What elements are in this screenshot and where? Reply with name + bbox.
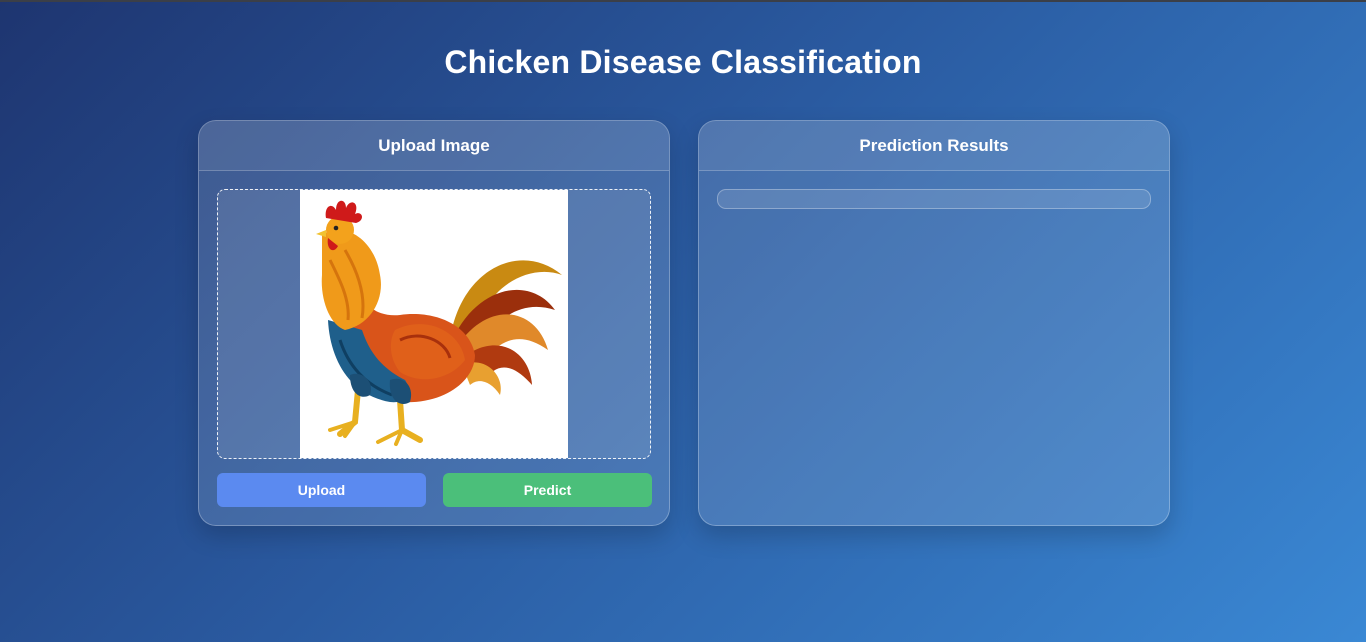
upload-panel-header: Upload Image: [199, 121, 669, 171]
page-title: Chicken Disease Classification: [444, 44, 922, 80]
results-panel-header: Prediction Results: [699, 121, 1169, 171]
image-dropzone[interactable]: [217, 189, 651, 459]
window-top-border: [0, 0, 1366, 2]
results-panel: Prediction Results: [698, 120, 1170, 526]
prediction-result-field: [717, 189, 1151, 209]
image-preview: [300, 190, 568, 458]
upload-panel: Upload Image Upload Predict: [198, 120, 670, 526]
upload-button[interactable]: Upload: [217, 473, 426, 507]
rooster-image: [316, 200, 562, 446]
predict-button[interactable]: Predict: [443, 473, 652, 507]
